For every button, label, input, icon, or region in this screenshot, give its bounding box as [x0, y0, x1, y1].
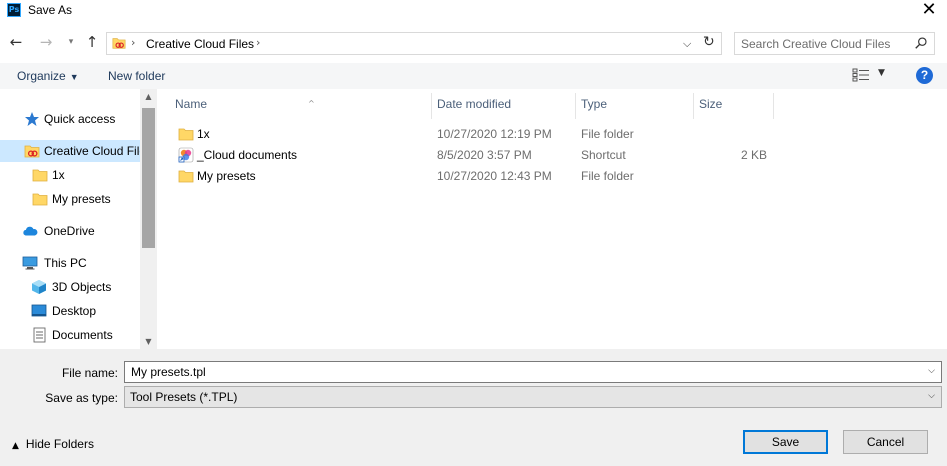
cloud-icon	[23, 226, 38, 236]
cancel-button[interactable]: Cancel	[843, 430, 928, 454]
photoshop-app-icon: Ps	[7, 3, 21, 17]
address-history-dropdown[interactable]: ⌵	[683, 37, 691, 51]
sidebar-item-label: My presets	[52, 192, 111, 206]
sidebar-item-quick-access[interactable]: Quick access	[0, 108, 140, 130]
breadcrumb-separator[interactable]: ›	[256, 36, 260, 49]
save-as-type-label: Save as type:	[45, 391, 118, 405]
help-button[interactable]: ?	[916, 67, 933, 84]
monitor-icon	[22, 256, 38, 270]
folder-icon	[178, 170, 194, 183]
sidebar-item-my-presets[interactable]: My presets	[0, 188, 140, 210]
file-date: 10/27/2020 12:43 PM	[437, 169, 552, 183]
file-name-value[interactable]: My presets.tpl	[131, 365, 206, 379]
save-as-type-select[interactable]: Tool Presets (*.TPL) ⌵	[124, 386, 942, 408]
desktop-icon	[31, 304, 47, 317]
file-row[interactable]: My presets 10/27/2020 12:43 PM File fold…	[174, 165, 774, 186]
file-type: File folder	[581, 169, 634, 183]
file-name: My presets	[197, 169, 256, 183]
scroll-down-icon[interactable]: ▼	[140, 337, 157, 346]
file-size: 2 KB	[740, 148, 767, 162]
file-name-field[interactable]: My presets.tpl ⌵	[124, 361, 942, 383]
view-options-icon[interactable]	[852, 68, 870, 82]
address-bar[interactable]: › Creative Cloud Files › ⌵ ↻	[106, 32, 722, 55]
column-header-label: Name	[175, 97, 208, 111]
folder-icon	[32, 193, 48, 206]
breadcrumb-creative-cloud-files[interactable]: Creative Cloud Files	[146, 37, 254, 51]
creative-cloud-folder-icon	[112, 38, 126, 49]
file-type: File folder	[581, 127, 634, 141]
sidebar-item-label: Quick access	[44, 112, 116, 126]
sidebar-item-label: Documents	[52, 328, 113, 342]
file-list: Name ^ Date modified Type Size 1x 10/27/…	[157, 89, 947, 349]
breadcrumb-separator[interactable]: ›	[131, 36, 135, 49]
file-name: 1x	[197, 127, 210, 141]
forward-button[interactable]: →	[37, 33, 55, 51]
back-button[interactable]: ←	[7, 33, 25, 51]
sidebar-item-label: 3D Objects	[52, 280, 112, 294]
sidebar-item-label: OneDrive	[44, 224, 95, 238]
organize-label: Organize	[17, 69, 66, 83]
refresh-button[interactable]: ↻	[703, 34, 715, 50]
up-button[interactable]: ↑	[83, 33, 101, 51]
sidebar-item-documents[interactable]: Documents	[0, 324, 140, 346]
file-name: _Cloud documents	[197, 148, 298, 162]
cloud-documents-shortcut-icon	[178, 147, 194, 163]
navigation-pane: Quick access Creative Cloud Files 1x My …	[0, 89, 157, 349]
sidebar-item-desktop[interactable]: Desktop	[0, 300, 140, 322]
view-options-chevron-down-icon[interactable]: ▼	[878, 68, 885, 78]
command-bar: Organize ▼ New folder ▼ ?	[0, 63, 947, 89]
file-type: Shortcut	[581, 148, 626, 162]
chevron-down-icon: ⌵	[928, 391, 935, 401]
sidebar-item-this-pc[interactable]: This PC	[0, 252, 140, 274]
navigation-pane-scrollbar[interactable]: ▲ ▼	[140, 89, 157, 349]
file-date: 8/5/2020 3:57 PM	[437, 148, 532, 162]
search-input[interactable]	[735, 33, 913, 54]
chevron-down-icon[interactable]: ⌵	[928, 366, 935, 376]
search-box[interactable]	[734, 32, 935, 55]
new-folder-button[interactable]: New folder	[108, 69, 165, 83]
file-name-label: File name:	[61, 366, 118, 380]
column-header-type[interactable]: Type	[576, 93, 694, 119]
column-header-name[interactable]: Name ^	[170, 93, 432, 119]
chevron-down-icon: ▼	[69, 72, 79, 82]
hide-folders-label: Hide Folders	[25, 437, 94, 451]
column-header-size[interactable]: Size	[694, 93, 774, 119]
folder-icon	[32, 169, 48, 182]
file-row[interactable]: _Cloud documents 8/5/2020 3:57 PM Shortc…	[174, 144, 774, 165]
sidebar-item-3d-objects[interactable]: 3D Objects	[0, 276, 140, 298]
save-options-panel: File name: My presets.tpl ⌵ Save as type…	[0, 349, 947, 466]
window-title: Save As	[28, 3, 73, 17]
hide-folders-button[interactable]: ▲ Hide Folders	[12, 437, 94, 451]
folder-icon	[178, 128, 194, 141]
sidebar-item-creative-cloud-files[interactable]: Creative Cloud Files	[0, 140, 140, 162]
sidebar-item-label: Creative Cloud Files	[44, 144, 140, 158]
organize-menu[interactable]: Organize ▼	[17, 69, 79, 83]
documents-icon	[33, 327, 46, 343]
creative-cloud-folder-icon	[24, 145, 40, 158]
recent-locations-button[interactable]: ▾	[62, 33, 80, 51]
save-as-type-value: Tool Presets (*.TPL)	[130, 390, 238, 404]
file-date: 10/27/2020 12:19 PM	[437, 127, 552, 141]
chevron-up-icon: ▲	[12, 441, 19, 451]
save-button[interactable]: Save	[743, 430, 828, 454]
sort-ascending-icon: ^	[308, 99, 315, 108]
close-button[interactable]: ✕	[919, 0, 939, 20]
star-icon	[25, 112, 39, 126]
title-bar: Ps Save As ✕	[0, 0, 947, 22]
search-icon[interactable]	[914, 36, 928, 50]
sidebar-item-1x[interactable]: 1x	[0, 164, 140, 186]
navigation-bar: ← → ▾ ↑ › Creative Cloud Files › ⌵ ↻	[0, 28, 947, 58]
file-row[interactable]: 1x 10/27/2020 12:19 PM File folder	[174, 123, 774, 144]
column-header-date-modified[interactable]: Date modified	[432, 93, 576, 119]
scrollbar-thumb[interactable]	[142, 108, 155, 248]
sidebar-item-onedrive[interactable]: OneDrive	[0, 220, 140, 242]
scroll-up-icon[interactable]: ▲	[140, 92, 157, 101]
sidebar-item-label: This PC	[44, 256, 87, 270]
cube-icon	[32, 280, 46, 294]
sidebar-item-label: 1x	[52, 168, 65, 182]
sidebar-item-label: Desktop	[52, 304, 97, 318]
